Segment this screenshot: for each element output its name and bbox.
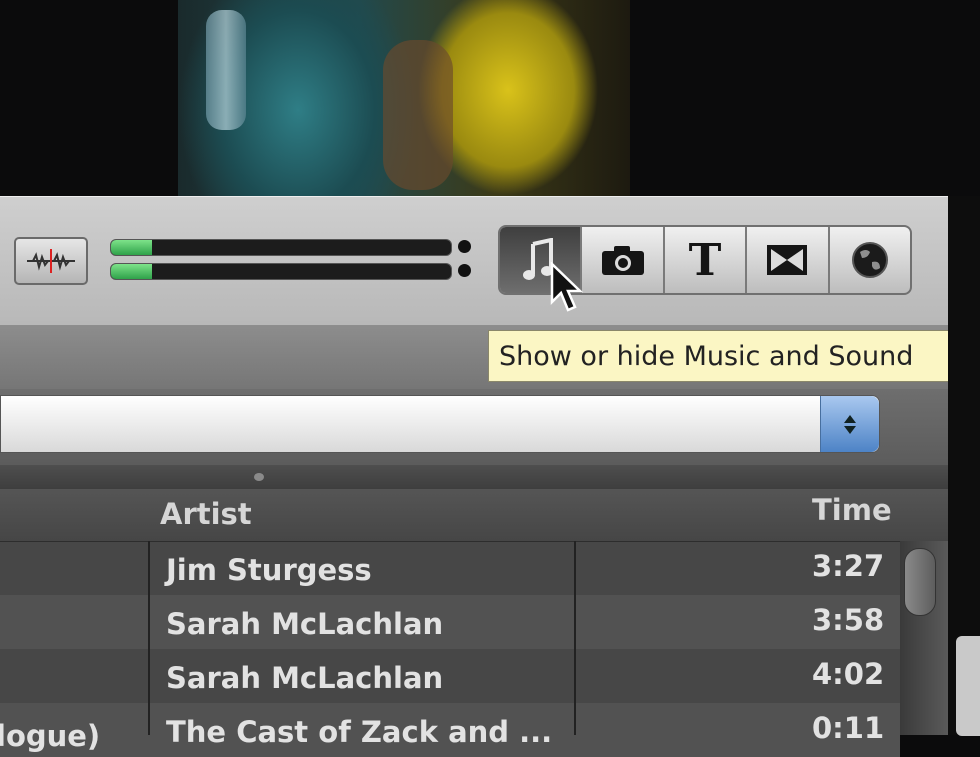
transitions-icon [767, 245, 808, 275]
left-clip-indicator [458, 240, 471, 253]
arrow-down-icon [844, 425, 856, 434]
right-channel-meter [110, 263, 452, 280]
row-time: 4:02 [812, 657, 885, 691]
scrollbar-thumb[interactable] [904, 548, 936, 616]
column-header-artist[interactable]: Artist [160, 497, 252, 531]
video-preview [178, 0, 630, 196]
song-list-table: Artist Time Jim Sturgess 3:27 Sarah McLa… [0, 489, 948, 757]
camera-icon [601, 246, 644, 275]
title-text-icon: T [688, 234, 722, 286]
left-channel-level [111, 240, 152, 255]
screen-glare [956, 636, 980, 736]
popup-stepper[interactable] [820, 396, 879, 452]
table-header: Artist Time [0, 489, 948, 542]
row-artist: Sarah McLachlan [166, 607, 444, 641]
table-row[interactable]: Sarah McLachlan 4:02 [0, 649, 900, 703]
table-row[interactable]: Sarah McLachlan 3:58 [0, 595, 900, 649]
column-divider[interactable] [574, 541, 576, 735]
left-channel-meter [110, 239, 452, 256]
arrow-up-icon [844, 414, 856, 423]
pane-splitter[interactable] [0, 465, 948, 489]
photos-button[interactable] [582, 227, 665, 293]
waveform-icon [27, 249, 75, 273]
row-name: logue) [0, 719, 101, 753]
voiceover-button[interactable] [14, 237, 88, 285]
row-artist: Sarah McLachlan [166, 661, 444, 695]
globe-icon [851, 242, 888, 278]
maps-button[interactable] [830, 227, 910, 293]
splitter-grip-icon[interactable] [254, 473, 264, 481]
column-divider[interactable] [148, 541, 150, 735]
transitions-button[interactable] [747, 227, 830, 293]
preview-bottle [206, 10, 246, 130]
source-popup-menu[interactable] [0, 395, 880, 453]
titles-button[interactable]: T [665, 227, 748, 293]
row-artist: Jim Sturgess [166, 553, 372, 587]
table-row[interactable]: logue) The Cast of Zack and ... 0:11 [0, 703, 900, 757]
screen-edge [948, 196, 980, 736]
preview-figure [383, 40, 453, 190]
column-header-time[interactable]: Time [812, 493, 892, 527]
tooltip: Show or hide Music and Sound [488, 330, 980, 382]
table-row[interactable]: Jim Sturgess 3:27 [0, 541, 900, 595]
right-channel-level [111, 264, 152, 279]
mouse-pointer-icon [550, 262, 584, 312]
media-toolbar: T [0, 196, 948, 326]
audio-level-meters [110, 237, 480, 283]
row-artist: The Cast of Zack and ... [166, 715, 553, 749]
row-time: 0:11 [812, 711, 885, 745]
row-time: 3:27 [812, 549, 885, 583]
row-time: 3:58 [812, 603, 885, 637]
right-clip-indicator [458, 264, 471, 277]
